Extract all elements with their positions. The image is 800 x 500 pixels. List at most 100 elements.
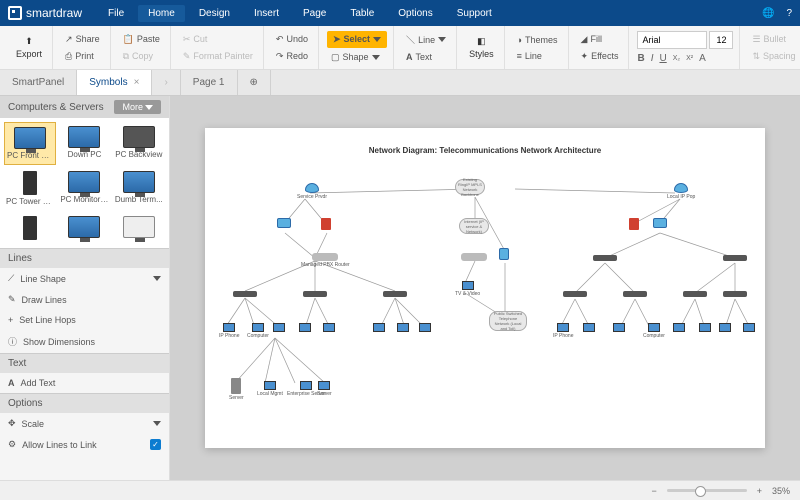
node-pc[interactable]: Computer bbox=[247, 323, 269, 339]
menu-design[interactable]: Design bbox=[189, 5, 240, 22]
format-painter-button[interactable]: ✎Format Painter bbox=[179, 49, 257, 64]
node-pc[interactable]: Computer bbox=[643, 323, 665, 339]
zoom-in-button[interactable]: + bbox=[757, 486, 762, 496]
font-color-button[interactable]: A bbox=[699, 53, 706, 64]
node-pc[interactable] bbox=[719, 323, 731, 332]
node-switch[interactable] bbox=[563, 291, 587, 297]
symbol-item[interactable] bbox=[113, 212, 165, 244]
tab-smartpanel[interactable]: SmartPanel bbox=[0, 70, 77, 95]
globe-icon[interactable]: 🌐 bbox=[762, 8, 774, 19]
fill-button[interactable]: ◢Fill bbox=[577, 32, 623, 47]
zoom-slider[interactable] bbox=[667, 489, 747, 492]
share-button[interactable]: ↗Share bbox=[61, 32, 104, 47]
symbol-item[interactable] bbox=[4, 212, 56, 244]
checkbox-checked-icon[interactable]: ✓ bbox=[150, 439, 161, 450]
underline-button[interactable]: U bbox=[659, 53, 666, 64]
node-cloud[interactable]: Public Switched Telephone Network (Local… bbox=[489, 311, 527, 331]
menu-file[interactable]: File bbox=[98, 5, 134, 22]
print-button[interactable]: ⎙Print bbox=[61, 49, 104, 64]
node-cloud[interactable]: Existing RingIP MPLS Network Backbone bbox=[455, 179, 485, 195]
node-router[interactable] bbox=[499, 248, 509, 260]
node-cloud[interactable]: Internet (IP service & Network) bbox=[459, 218, 489, 234]
node-switch[interactable] bbox=[233, 291, 257, 297]
node-server[interactable] bbox=[461, 253, 487, 261]
text-tool[interactable]: AText bbox=[402, 50, 450, 64]
subscript-button[interactable]: X₂ bbox=[673, 55, 680, 62]
spacing-button[interactable]: ⇅Spacing bbox=[748, 49, 799, 64]
line-style-button[interactable]: ≡Line bbox=[513, 49, 562, 63]
node-switch[interactable] bbox=[623, 291, 647, 297]
node-server[interactable]: Managed PBX Router bbox=[301, 253, 350, 268]
node-pc[interactable] bbox=[397, 323, 409, 332]
node-switch[interactable] bbox=[303, 291, 327, 297]
select-tool[interactable]: ➤Select bbox=[327, 31, 387, 48]
bold-button[interactable]: B bbox=[637, 53, 644, 64]
add-page-button[interactable]: ⊕ bbox=[238, 70, 271, 95]
add-text-row[interactable]: AAdd Text bbox=[0, 373, 169, 393]
redo-button[interactable]: ↷Redo bbox=[272, 49, 312, 64]
help-icon[interactable]: ? bbox=[786, 8, 792, 19]
tab-page-1[interactable]: Page 1 bbox=[181, 70, 238, 95]
cut-button[interactable]: ✂Cut bbox=[179, 32, 257, 47]
italic-button[interactable]: I bbox=[651, 53, 654, 64]
styles-button[interactable]: ◧Styles bbox=[465, 36, 498, 59]
node-router[interactable] bbox=[277, 218, 291, 228]
symbol-pc-backview[interactable]: PC Backview bbox=[113, 122, 165, 165]
node-pc[interactable]: IP Phone bbox=[219, 323, 239, 339]
symbol-item[interactable] bbox=[58, 212, 110, 244]
line-hops-row[interactable]: +Set Line Hops bbox=[0, 310, 169, 330]
node-pc[interactable] bbox=[323, 323, 335, 332]
menu-table[interactable]: Table bbox=[340, 5, 384, 22]
node-cylinder[interactable]: Service Prvdr bbox=[297, 183, 327, 200]
node-firewall[interactable] bbox=[629, 218, 639, 230]
allow-lines-link-row[interactable]: ⚙Allow Lines to Link✓ bbox=[0, 434, 169, 455]
node-pc[interactable] bbox=[419, 323, 431, 332]
node-switch[interactable] bbox=[383, 291, 407, 297]
menu-options[interactable]: Options bbox=[388, 5, 442, 22]
symbol-pc-tower[interactable]: PC Tower B... bbox=[4, 167, 56, 210]
node-pc[interactable] bbox=[273, 323, 285, 332]
tab-nav-next[interactable]: › bbox=[152, 70, 180, 95]
tab-symbols[interactable]: Symbols× bbox=[77, 70, 152, 95]
node-pc[interactable]: Server bbox=[317, 381, 332, 397]
node-pc[interactable] bbox=[743, 323, 755, 332]
symbol-down-pc[interactable]: Down PC bbox=[58, 122, 110, 165]
node-switch[interactable] bbox=[723, 291, 747, 297]
shape-tool[interactable]: ▢Shape bbox=[327, 50, 387, 65]
node-firewall[interactable] bbox=[321, 218, 331, 230]
canvas-area[interactable]: Network Diagram: Telecommunications Netw… bbox=[170, 96, 800, 480]
menu-home[interactable]: Home bbox=[138, 5, 185, 22]
superscript-button[interactable]: X² bbox=[686, 55, 693, 62]
node-pc[interactable] bbox=[373, 323, 385, 332]
close-icon[interactable]: × bbox=[134, 77, 140, 88]
copy-button[interactable]: ⧉Copy bbox=[119, 49, 164, 64]
node-pc[interactable]: Local Mgmt bbox=[257, 381, 283, 397]
diagram-canvas[interactable]: Network Diagram: Telecommunications Netw… bbox=[205, 128, 765, 448]
node-pc[interactable] bbox=[673, 323, 685, 332]
font-family-input[interactable] bbox=[637, 31, 707, 49]
zoom-out-button[interactable]: − bbox=[651, 486, 656, 496]
node-router[interactable] bbox=[653, 218, 667, 228]
node-switch[interactable] bbox=[593, 255, 617, 261]
symbol-pc-monitor[interactable]: PC Monitor ... bbox=[58, 167, 110, 210]
node-cylinder[interactable]: Local IP Pop bbox=[667, 183, 695, 200]
more-button[interactable]: More bbox=[114, 100, 161, 114]
line-shape-row[interactable]: ⟋Line Shape bbox=[0, 268, 169, 289]
node-server-tower[interactable]: Server bbox=[229, 378, 244, 401]
symbol-pc-front[interactable]: PC Front Vi... bbox=[4, 122, 56, 165]
undo-button[interactable]: ↶Undo bbox=[272, 32, 312, 47]
paste-button[interactable]: 📋Paste bbox=[119, 32, 164, 47]
node-pc[interactable]: TV & Video bbox=[455, 281, 480, 297]
node-pc[interactable] bbox=[299, 323, 311, 332]
draw-lines-row[interactable]: ✎Draw Lines bbox=[0, 289, 169, 310]
scale-row[interactable]: ✥Scale bbox=[0, 413, 169, 434]
themes-button[interactable]: ◑Themes bbox=[513, 33, 562, 47]
effects-button[interactable]: ✦Effects bbox=[577, 49, 623, 64]
bullet-button[interactable]: ☰Bullet bbox=[748, 32, 799, 47]
node-pc[interactable]: IP Phone bbox=[553, 323, 573, 339]
node-switch[interactable] bbox=[683, 291, 707, 297]
menu-page[interactable]: Page bbox=[293, 5, 336, 22]
font-size-input[interactable] bbox=[709, 31, 733, 49]
menu-support[interactable]: Support bbox=[447, 5, 502, 22]
node-pc[interactable] bbox=[583, 323, 595, 332]
